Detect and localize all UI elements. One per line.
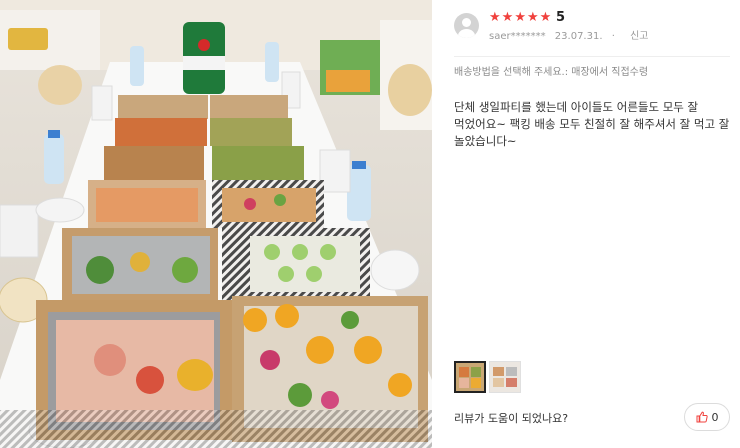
thumbnail-1[interactable] <box>454 361 486 393</box>
thumbnail-image <box>490 362 520 392</box>
star-icon: ★ <box>526 10 539 25</box>
photo-thumbnails <box>454 361 521 393</box>
meta-separator: · <box>611 31 615 42</box>
purchase-option: 배송방법을 선택해 주세요.: 매장에서 직접수령 <box>454 67 649 78</box>
user-avatar <box>454 13 479 38</box>
review-viewer: ★ ★ ★ ★ ★ 5 saer******* 23.07.31. · 신고 배… <box>0 0 740 448</box>
star-icon: ★ <box>539 10 552 25</box>
star-icon: ★ <box>514 10 526 25</box>
review-body: 단체 생일파티를 했는데 아이들도 어른들도 모두 잘 먹었어요~ 팩킹 배송 … <box>454 100 730 148</box>
like-button[interactable]: 0 <box>684 403 730 431</box>
review-author: saer******* <box>489 31 546 42</box>
review-meta: saer******* 23.07.31. · 신고 <box>489 30 654 43</box>
review-photo-image <box>0 0 432 448</box>
thumbs-up-icon <box>696 411 708 423</box>
review-date: 23.07.31. <box>554 31 603 42</box>
report-link[interactable]: 신고 <box>630 31 648 42</box>
rating-stars: ★ ★ ★ ★ ★ <box>489 10 551 26</box>
star-icon: ★ <box>501 10 514 25</box>
star-icon: ★ <box>489 10 501 25</box>
thumbnail-2[interactable] <box>489 361 521 393</box>
review-panel: ★ ★ ★ ★ ★ 5 saer******* 23.07.31. · 신고 배… <box>432 0 740 448</box>
thumbnail-image <box>456 363 484 391</box>
divider <box>454 56 730 57</box>
helpful-question: 리뷰가 도움이 되었나요? <box>454 412 569 425</box>
rating-score: 5 <box>556 10 566 25</box>
review-photo-large[interactable] <box>0 0 432 448</box>
like-count: 0 <box>711 410 719 424</box>
